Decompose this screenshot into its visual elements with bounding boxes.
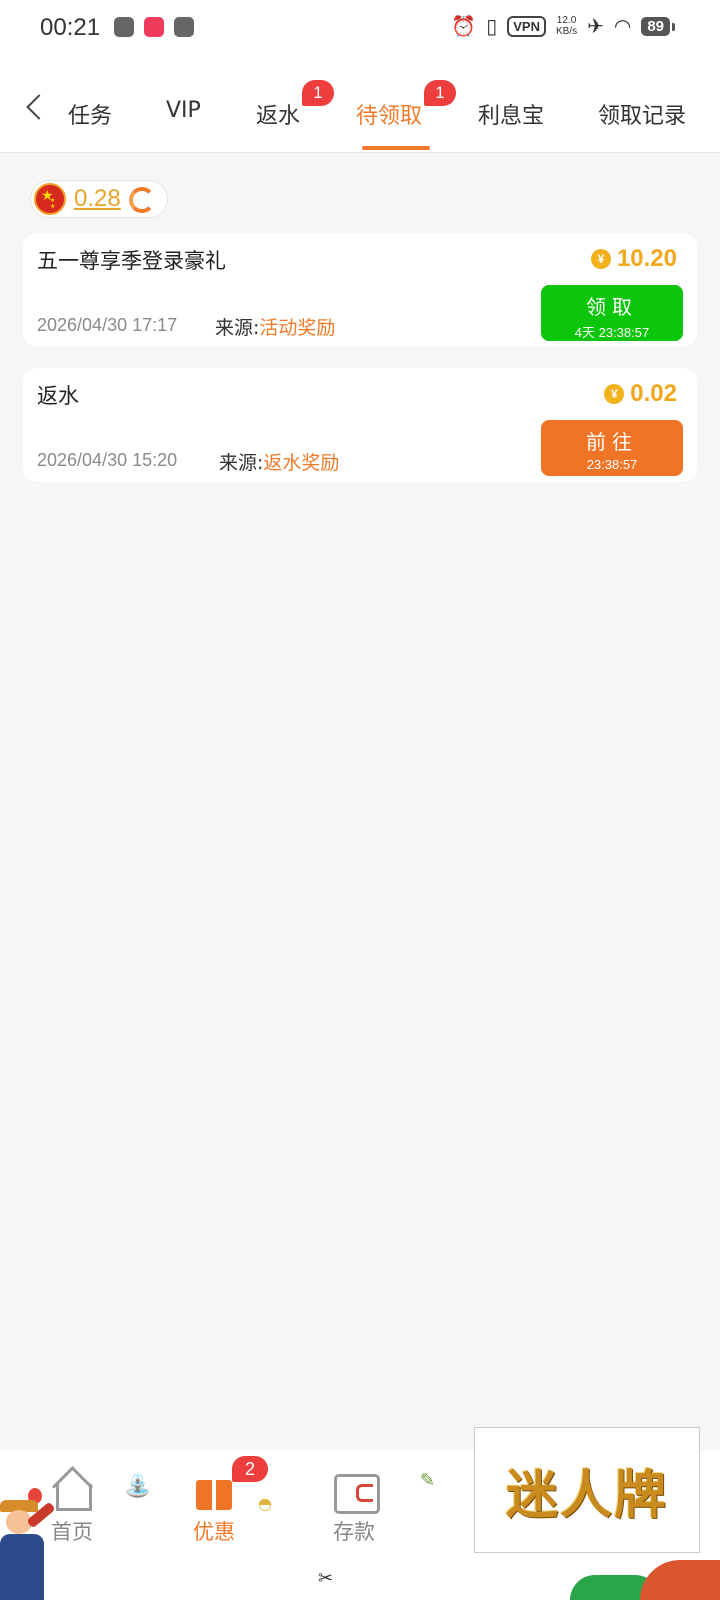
shovel-icon: ✎ [420,1470,436,1491]
reward-amount: ¥ 10.20 [590,245,677,273]
app-notification-icon [144,17,164,37]
tab-interest[interactable]: 利息宝 [478,98,544,130]
alarm-icon: ⏰ [451,14,477,38]
status-icons: ⏰ ▯ VPN 12.0 KB/s ✈ ◠ 89 [451,14,675,38]
tab-pending-claim[interactable]: 待领取 [356,98,422,130]
nav-home-label: 首页 [51,1520,93,1544]
nav-promotions-label: 优惠 [193,1520,235,1544]
pruner-icon: ✂ [318,1568,334,1589]
tab-task[interactable]: 任务 [68,98,112,130]
wifi-icon: ◠ [613,14,632,38]
reward-source: 来源:返水奖励 [219,448,339,475]
tab-rebate[interactable]: 返水 [256,98,300,130]
claim-countdown: 4天 23:38:57 [574,325,650,340]
status-bar: 00:21 ⏰ ▯ VPN 12.0 KB/s ✈ ◠ 89 [0,0,720,60]
watermark-text: 迷人牌 [505,1464,668,1526]
tab-vip[interactable]: VIP [166,98,201,123]
amount-value: 0.02 [630,380,677,407]
app-notification-icon [174,17,194,37]
speed-unit: KB/s [555,26,578,37]
claim-button[interactable]: 领取 4天 23:38:57 [541,285,683,341]
go-button[interactable]: 前往 23:38:57 [541,420,683,476]
source-value: 返水奖励 [263,452,340,474]
coin-icon: ¥ [604,384,625,404]
reward-date: 2026/04/30 17:17 [37,315,178,335]
amount-value: 10.20 [616,245,677,272]
coin-icon: ¥ [590,249,611,269]
network-speed: 12.0 KB/s [556,15,577,37]
go-countdown: 23:38:57 [586,457,638,472]
watermark-logo: 迷人牌 [474,1427,700,1553]
refresh-icon[interactable] [127,185,155,213]
back-arrow-icon[interactable] [24,92,46,122]
balance-pill: 0.28 [30,180,168,218]
claim-button-label: 领取 [586,295,638,319]
vibrate-icon: ▯ [486,14,498,38]
reward-card: 返水 ¥ 0.02 2026/04/30 15:20 来源:返水奖励 前往 23… [23,368,697,482]
tab-pending-badge: 1 [424,80,456,106]
gift-icon [192,1470,236,1510]
nav-deposit[interactable]: 存款 [294,1470,414,1546]
reward-date: 2026/04/30 15:20 [37,450,178,470]
reward-source: 来源:活动奖励 [215,313,335,340]
tab-claim-history[interactable]: 领取记录 [598,98,686,130]
source-value: 活动奖励 [259,317,336,339]
reward-card: 五一尊享季登录豪礼 ¥ 10.20 2026/04/30 17:17 来源:活动… [23,233,697,347]
status-time: 00:21 [40,14,101,41]
balance-value[interactable]: 0.28 [74,185,121,213]
nav-home[interactable]: 首页 [12,1470,132,1546]
active-tab-indicator [362,146,430,150]
china-flag-icon [34,183,66,215]
go-button-label: 前往 [586,430,638,454]
reward-amount: ¥ 0.02 [604,380,677,408]
airplane-icon: ✈ [587,14,604,38]
home-icon [50,1470,94,1511]
vpn-icon: VPN [507,15,546,37]
nav-deposit-label: 存款 [333,1520,375,1544]
reward-title: 返水 [37,384,79,408]
nav-promotions-badge: 2 [232,1456,268,1482]
source-label: 来源: [215,317,260,339]
speed-value: 12.0 [556,15,577,26]
wallet-icon [332,1470,380,1514]
source-label: 来源: [219,452,264,474]
battery-icon: 89 [641,16,675,36]
tab-rebate-badge: 1 [302,80,334,106]
app-notification-icon [114,17,134,37]
reward-title: 五一尊享季登录豪礼 [37,249,226,273]
tab-header: 任务 VIP 返水 1 待领取 1 利息宝 领取记录 [0,60,720,153]
